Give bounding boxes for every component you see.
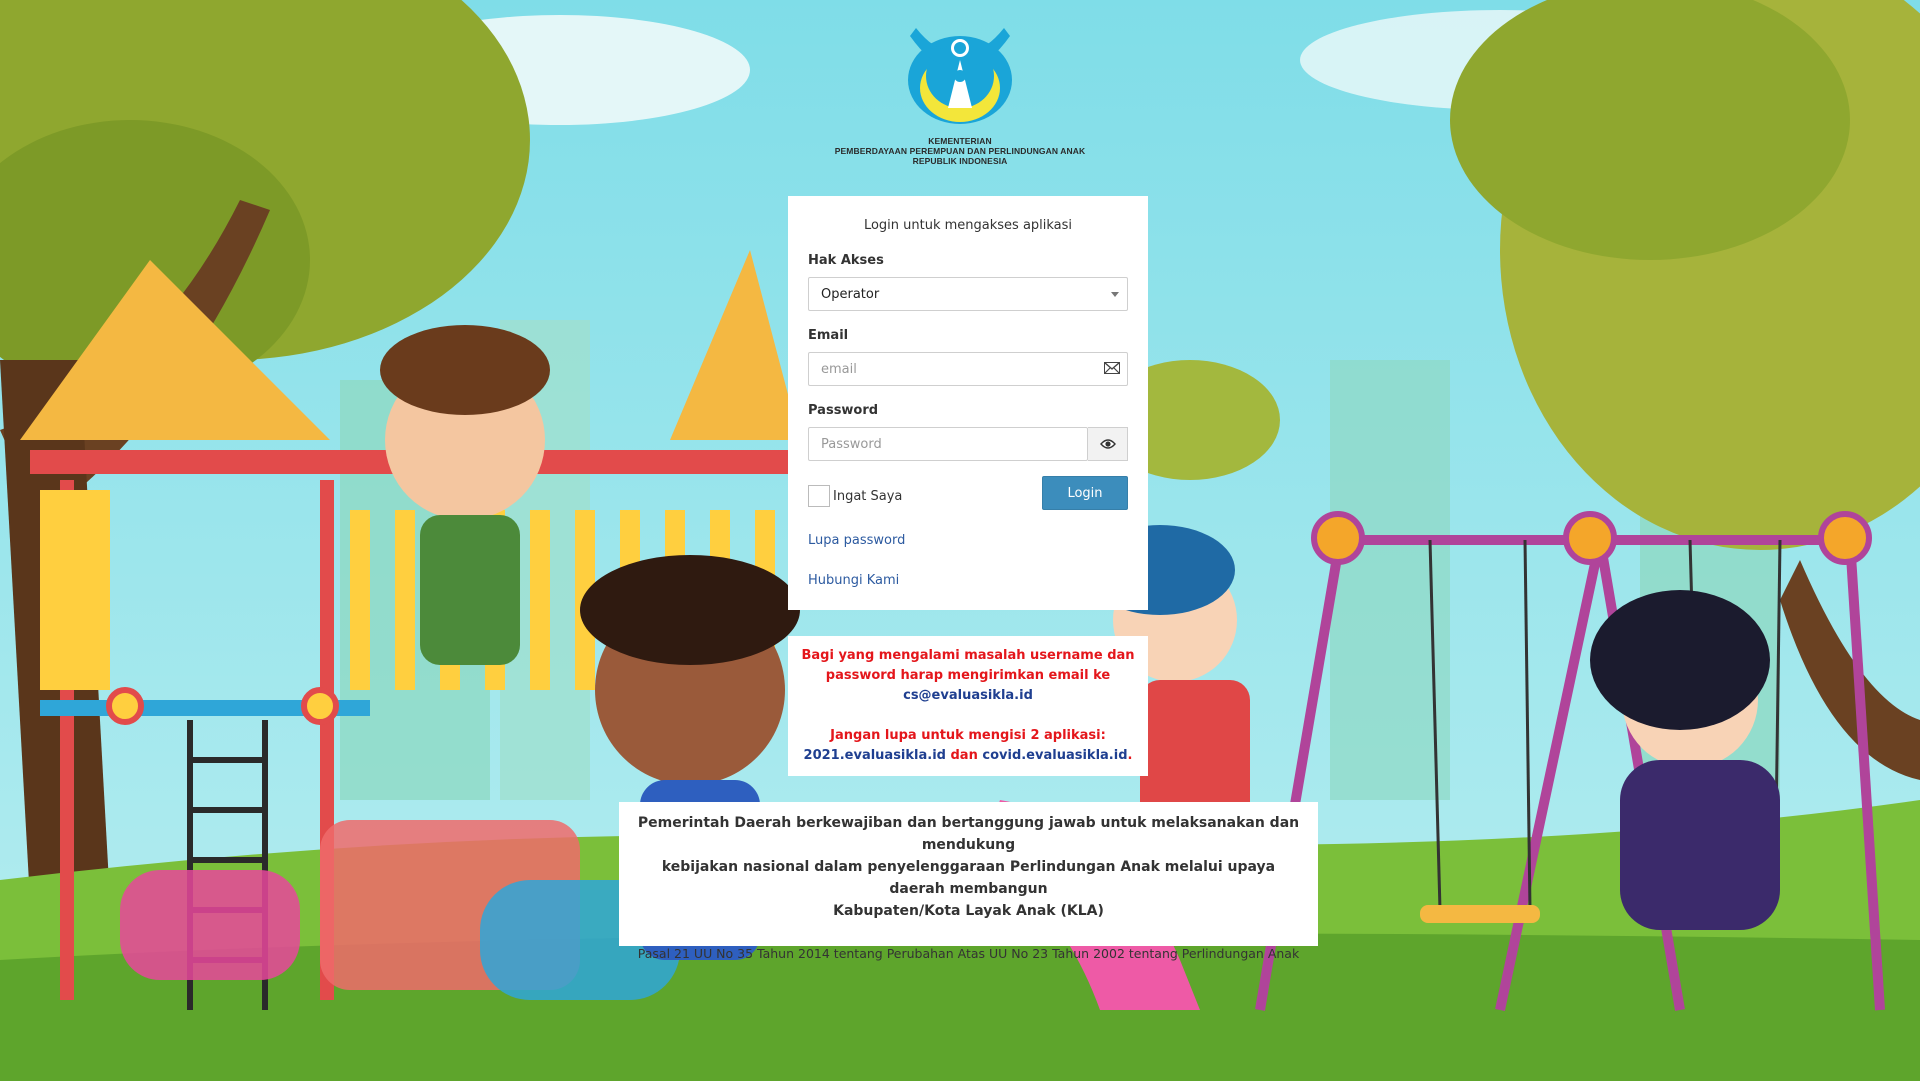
notice-card: Bagi yang mengalami masalah username dan… [788, 636, 1148, 776]
app-links-conjunction: dan [950, 748, 978, 763]
notice-line-2: password harap mengirimkan email ke [825, 668, 1111, 683]
logo-line-2: PEMBERDAYAAN PEREMPUAN DAN PERLINDUNGAN … [834, 146, 1086, 156]
role-select[interactable]: Operator [808, 277, 1128, 311]
login-card: Login untuk mengakses aplikasi Hak Akses… [788, 196, 1148, 610]
ministry-emblem-icon [908, 28, 1012, 124]
remember-me-checkbox[interactable] [808, 485, 830, 507]
logo-line-3: REPUBLIK INDONESIA [912, 156, 1008, 166]
app-links-period: . [1127, 748, 1133, 763]
quote-source: Pasal 21 UU No 35 Tahun 2014 tentang Per… [637, 946, 1300, 961]
password-field-group [808, 427, 1128, 461]
app-links: 2021.evaluasikla.id dan covid.evaluasikl… [788, 746, 1148, 766]
logo-line-1: KEMENTERIAN [928, 136, 992, 146]
contact-us-link[interactable]: Hubungi Kami [808, 573, 1128, 588]
email-label: Email [808, 328, 849, 343]
eye-icon [1099, 439, 1116, 449]
role-select-value: Operator [821, 286, 880, 302]
envelope-icon [1104, 362, 1120, 374]
login-actions-row: Ingat Saya Login [808, 476, 1128, 510]
support-email: cs@evaluasikla.id [903, 688, 1033, 703]
password-input[interactable] [808, 427, 1088, 461]
quote-line-2: kebijakan nasional dalam penyelenggaraan… [661, 859, 1276, 897]
notice-line-1: Bagi yang mengalami masalah username dan [801, 648, 1135, 663]
quote-line-3: Kabupaten/Kota Layak Anak (KLA) [833, 903, 1104, 919]
legal-quote-card: Pemerintah Daerah berkewajiban dan berta… [619, 802, 1318, 961]
app-link-covid: covid.evaluasikla.id [982, 748, 1128, 763]
email-input[interactable] [808, 352, 1128, 386]
ministry-logo: KEMENTERIAN PEMBERDAYAAN PEREMPUAN DAN P… [830, 18, 1090, 166]
password-label: Password [808, 403, 879, 418]
show-password-button[interactable] [1088, 427, 1128, 461]
forgot-password-link[interactable]: Lupa password [808, 533, 1128, 548]
role-label: Hak Akses [808, 253, 884, 268]
email-field-group [808, 352, 1128, 386]
quote-line-1: Pemerintah Daerah berkewajiban dan berta… [637, 815, 1300, 853]
app-link-2021: 2021.evaluasikla.id [803, 748, 946, 763]
reminder-text: Jangan lupa untuk mengisi 2 aplikasi: [830, 728, 1106, 743]
login-title: Login untuk mengakses aplikasi [863, 218, 1073, 233]
caret-down-icon [1111, 292, 1119, 297]
login-button[interactable]: Login [1042, 476, 1128, 510]
remember-me[interactable]: Ingat Saya [808, 485, 902, 507]
remember-me-label: Ingat Saya [833, 488, 903, 504]
